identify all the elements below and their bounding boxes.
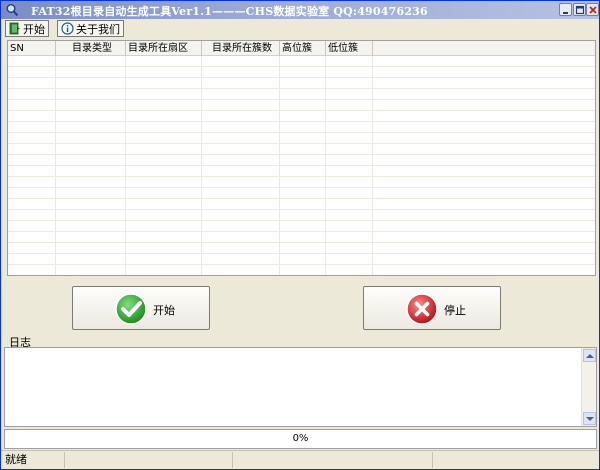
column-divider — [279, 56, 280, 275]
scroll-down-arrow-icon — [586, 417, 594, 421]
scroll-down-button[interactable] — [583, 412, 596, 425]
toolbar-start-label: 开始 — [23, 22, 45, 36]
status-text: 就绪 — [1, 452, 65, 468]
stop-button[interactable]: 停止 — [363, 286, 501, 330]
log-scrollbar[interactable] — [581, 348, 596, 426]
status-bar: 就绪 — [1, 450, 599, 469]
scroll-up-arrow-icon — [586, 354, 594, 358]
status-panel — [233, 452, 433, 468]
app-window: FAT32根目录自动生成工具Ver1.1———CHS数据实验室 QQ:49047… — [0, 0, 600, 470]
column-header-dir-sector[interactable]: 目录所在扇区 — [126, 41, 202, 56]
column-divider — [372, 56, 373, 275]
start-door-icon — [9, 22, 20, 35]
checkmark-icon — [115, 293, 147, 325]
column-header-low-cluster[interactable]: 低位簇 — [326, 41, 373, 56]
column-header-high-cluster[interactable]: 高位簇 — [280, 41, 326, 56]
directory-table[interactable]: SN 目录类型 目录所在扇区 目录所在簇数 高位簇 低位簇 — [7, 40, 596, 276]
column-divider — [55, 56, 56, 275]
column-header-dir-type[interactable]: 目录类型 — [56, 41, 126, 56]
magnifier-icon — [5, 3, 19, 17]
start-button[interactable]: 开始 — [72, 286, 210, 330]
log-textarea[interactable] — [4, 347, 597, 427]
progress-text: 0% — [292, 433, 309, 444]
column-divider — [325, 56, 326, 275]
column-divider — [201, 56, 202, 275]
stop-x-icon — [406, 293, 438, 325]
status-panel — [433, 452, 599, 468]
column-header-sn[interactable]: SN — [8, 41, 56, 56]
progress-bar: 0% — [4, 429, 597, 449]
stop-button-label: 停止 — [444, 304, 466, 317]
table-body — [8, 56, 595, 275]
column-header-dir-cluster[interactable]: 目录所在簇数 — [202, 41, 280, 56]
start-button-label: 开始 — [153, 304, 175, 317]
maximize-button[interactable] — [573, 3, 586, 16]
toolbar: 开始 关于我们 — [1, 19, 599, 39]
toolbar-start-button[interactable]: 开始 — [5, 20, 49, 37]
toolbar-about-button[interactable]: 关于我们 — [57, 20, 124, 37]
column-divider — [125, 56, 126, 275]
title-bar[interactable]: FAT32根目录自动生成工具Ver1.1———CHS数据实验室 QQ:49047… — [1, 1, 599, 19]
toolbar-about-label: 关于我们 — [76, 22, 120, 36]
info-icon — [61, 22, 74, 35]
scroll-up-button[interactable] — [583, 349, 596, 362]
status-panel — [65, 452, 233, 468]
minimize-button[interactable] — [559, 3, 572, 16]
window-title: FAT32根目录自动生成工具Ver1.1———CHS数据实验室 QQ:49047… — [31, 5, 428, 18]
table-header: SN 目录类型 目录所在扇区 目录所在簇数 高位簇 低位簇 — [8, 41, 595, 56]
close-button[interactable] — [586, 3, 599, 16]
